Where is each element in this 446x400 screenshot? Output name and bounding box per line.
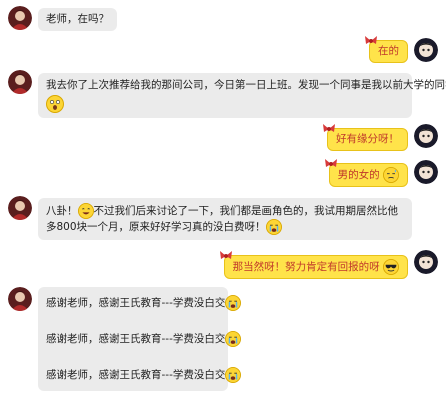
message-text: 那当然呀！努力肯定有回报的呀 [232,261,380,273]
student-avatar[interactable] [8,196,32,220]
student-avatar[interactable] [8,70,32,94]
cool-emoji-icon [383,259,399,275]
message-text: 八卦！ [46,205,78,217]
message-bubble-right: 在的 [365,36,408,63]
message-text: 感谢老师，感谢王氏教育---学费没白交 [46,297,226,309]
teacher-avatar[interactable] [414,160,438,184]
message-text: 感谢老师，感谢王氏教育---学费没白交 [46,369,226,381]
message-text: 感谢老师，感谢王氏教育---学费没白交 [46,333,226,345]
bow-decoration-icon [219,251,232,259]
message-bubble-right: 男的女的 [324,159,408,187]
message-text: 男的女的 [337,169,380,181]
cry-emoji-icon [265,219,282,235]
teacher-avatar[interactable] [414,38,438,62]
message-text: 不过我们后来讨论了一下，我们都是画角色的，我试用期居然比他多800块一个月，原来… [46,205,398,233]
grin-emoji-icon [77,203,94,219]
student-avatar[interactable] [8,287,32,311]
sweat-emoji-icon [383,167,399,183]
bow-decoration-icon [365,36,377,44]
surprised-emoji-icon [46,95,64,113]
bow-decoration-icon [324,159,337,167]
teacher-avatar[interactable] [414,250,438,274]
cry-emoji-icon [225,331,242,347]
student-avatar[interactable] [8,6,32,30]
message-text: 好有缘分呀！ [336,133,399,145]
cry-emoji-icon [225,295,242,311]
message-bubble-right: 好有缘分呀！ [323,124,408,151]
teacher-avatar[interactable] [414,124,438,148]
cry-emoji-icon [225,367,242,383]
message-bubble-left: 感谢老师，感谢王氏教育---学费没白交 感谢老师，感谢王氏教育---学费没白交 … [38,287,242,391]
message-bubble-left: 八卦！ 不过我们后来讨论了一下，我们都是画角色的，我试用期居然比他多800块一个月… [38,198,412,240]
message-text: 在的 [378,45,399,57]
bow-decoration-icon [323,124,335,132]
message-bubble-left: 老师，在吗？ [38,8,117,31]
message-text: 我去你了上次推荐给我的那间公司，今日第一日上班。发现一个同事是我以前大学的同学！ [46,79,446,91]
message-bubble-left: 我去你了上次推荐给我的那间公司，今日第一日上班。发现一个同事是我以前大学的同学！ [38,73,446,118]
message-text: 老师，在吗？ [46,13,109,25]
message-bubble-right: 那当然呀！努力肯定有回报的呀 [219,251,408,279]
